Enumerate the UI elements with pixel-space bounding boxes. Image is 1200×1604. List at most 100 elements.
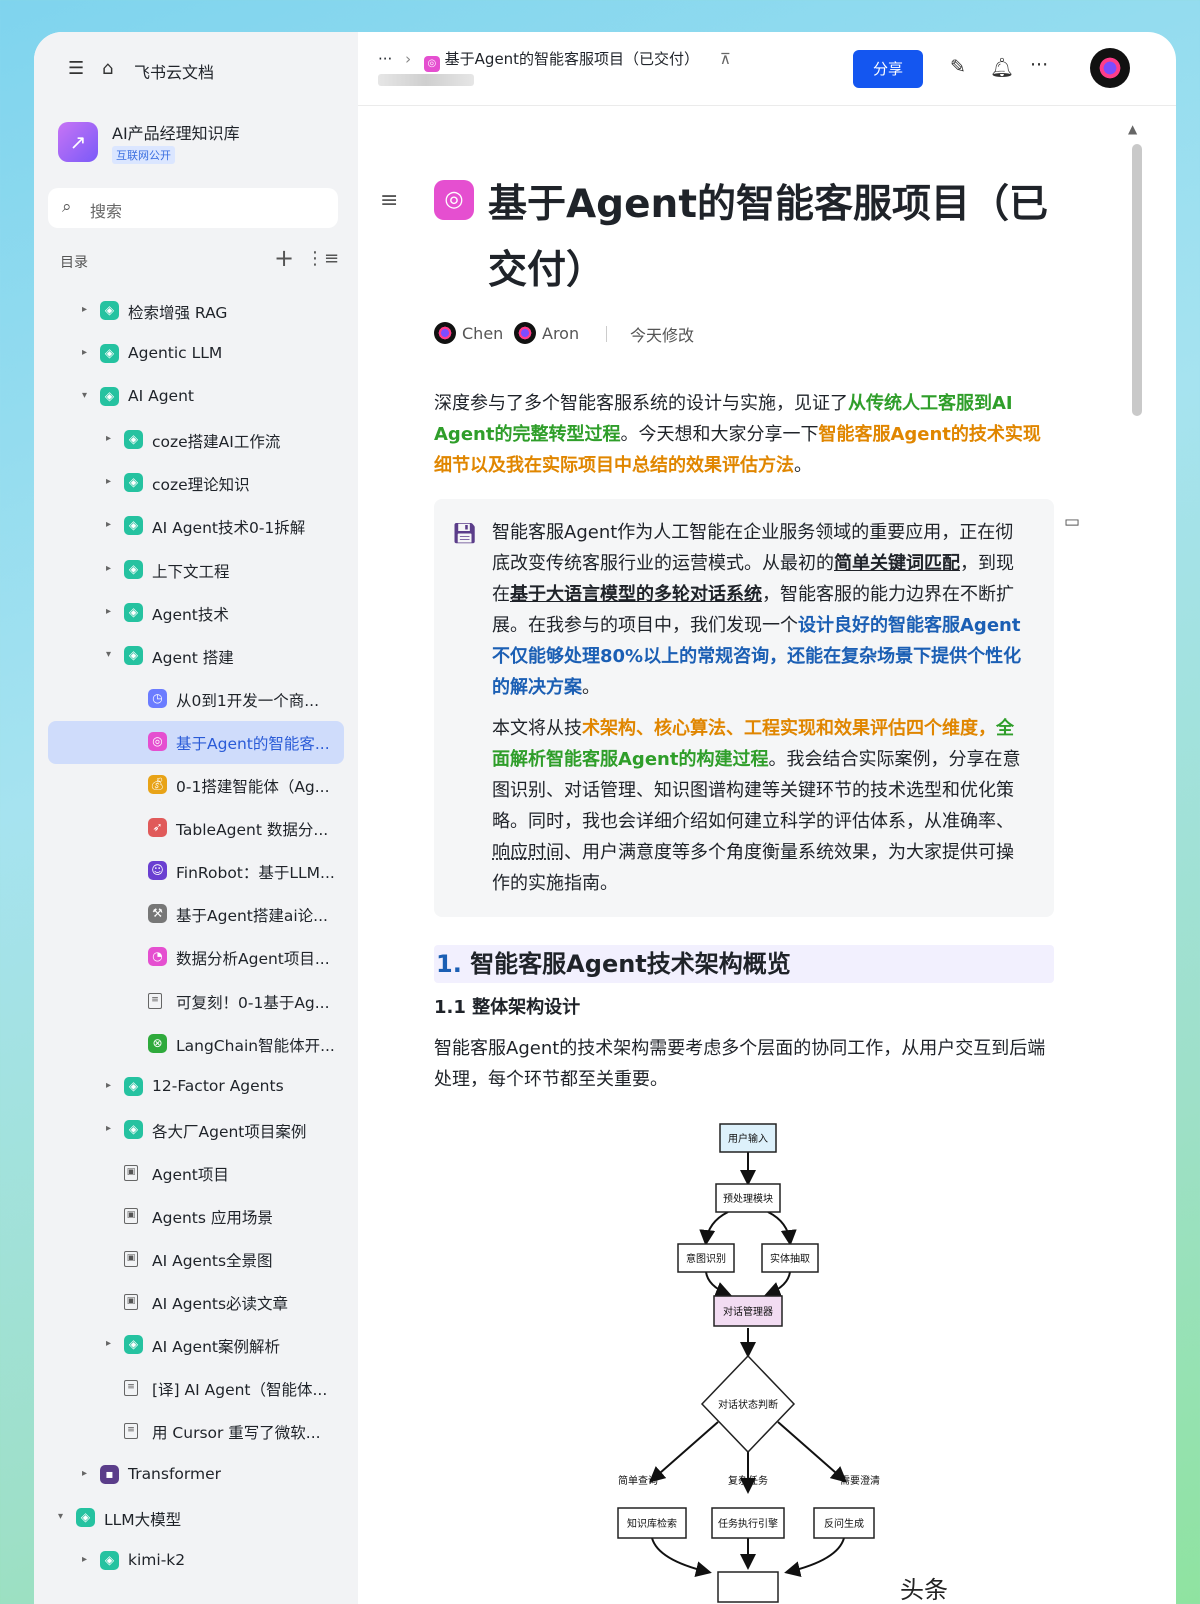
comment-icon[interactable]: ▭ bbox=[1064, 512, 1080, 532]
divider bbox=[606, 326, 607, 342]
chevron-right-icon[interactable]: ▸ bbox=[106, 433, 111, 444]
body-paragraph[interactable]: 智能客服Agent的技术架构需要考虑多个层面的协同工作，从用户交互到后端处理，每… bbox=[434, 1033, 1054, 1095]
node-label: 实体抽取 bbox=[770, 1252, 810, 1265]
sidebar-item[interactable]: ▸ AI Agent技术0-1拆解 bbox=[48, 505, 344, 548]
node-label: 知识库检索 bbox=[627, 1517, 677, 1530]
sidebar-item[interactable]: ▸ ▪ Transformer bbox=[48, 1454, 344, 1497]
chevron-right-icon[interactable]: ▸ bbox=[106, 476, 111, 487]
sidebar-item[interactable]: ≡ 用 Cursor 重写了微软... bbox=[48, 1410, 344, 1453]
add-icon[interactable]: + bbox=[274, 244, 294, 272]
sidebar-item[interactable]: ▣ Agents 应用场景 bbox=[48, 1195, 344, 1238]
sidebar-item[interactable]: ▸ coze搭建AI工作流 bbox=[48, 419, 344, 462]
gamepad-icon: ◎ bbox=[148, 731, 167, 751]
sidebar-item[interactable]: ⊗ LangChain智能体开... bbox=[48, 1023, 344, 1066]
author-avatar bbox=[434, 322, 456, 344]
heading-1[interactable]: 1. 智能客服Agent技术架构概览 bbox=[434, 945, 1054, 983]
sidebar-item[interactable]: ▣ AI Agents全景图 bbox=[48, 1238, 344, 1281]
pin-icon[interactable]: ⊼ bbox=[720, 50, 731, 68]
sidebar-item[interactable]: ◔ 数据分析Agent项目... bbox=[48, 936, 344, 979]
gamepad-icon[interactable]: ◎ bbox=[434, 180, 474, 220]
sidebar-item[interactable]: ▣ AI Agents必读文章 bbox=[48, 1281, 344, 1324]
board-icon: ▣ bbox=[124, 1207, 138, 1224]
chevron-right-icon[interactable]: ▸ bbox=[106, 563, 111, 574]
sidebar-item[interactable]: ◎ 基于Agent的智能客... bbox=[48, 720, 344, 765]
edit-icon[interactable]: ✎ bbox=[950, 56, 966, 78]
sidebar-item[interactable]: ▸ coze理论知识 bbox=[48, 462, 344, 505]
search-input[interactable]: ⌕ 搜索 bbox=[48, 188, 338, 228]
sidebar-item[interactable]: ➶ TableAgent 数据分... bbox=[48, 807, 344, 850]
sidebar-item[interactable]: ▸ Agentic LLM bbox=[48, 333, 344, 376]
sidebar-item[interactable]: ▸ Agent技术 bbox=[48, 592, 344, 635]
sidebar-item[interactable]: ▸ 12-Factor Agents bbox=[48, 1066, 344, 1109]
sidebar-item[interactable]: ▸ kimi-k2 bbox=[48, 1540, 344, 1583]
outline-icon[interactable]: ≡ bbox=[380, 188, 398, 213]
scrollbar-thumb[interactable] bbox=[1132, 144, 1142, 416]
modified-time: 今天修改 bbox=[630, 326, 695, 345]
bell-icon[interactable]: 🔔︎ bbox=[990, 56, 1014, 79]
sidebar-item-label: 0-1搭建智能体（Ag... bbox=[176, 778, 330, 797]
callout-block[interactable]: 💾︎ 智能客服Agent作为人工智能在企业服务领域的重要应用，正在彻底改变传统客… bbox=[434, 499, 1054, 917]
page-title[interactable]: ◎ 基于Agent的智能客服项目（已交付） bbox=[434, 172, 1054, 304]
sidebar-item[interactable]: ▸ 各大厂Agent项目案例 bbox=[48, 1109, 344, 1152]
home-icon[interactable]: ⌂ bbox=[102, 58, 113, 79]
sidebar-item[interactable]: ≡ [译] AI Agent（智能体... bbox=[48, 1367, 344, 1410]
sidebar-item-label: AI Agent案例解析 bbox=[152, 1338, 280, 1357]
author-name: Chen bbox=[462, 324, 504, 343]
text-run: 。 bbox=[582, 677, 600, 698]
tag-icon bbox=[124, 1119, 143, 1139]
breadcrumb-more-icon[interactable]: ··· bbox=[378, 50, 392, 68]
chevron-right-icon[interactable]: ▸ bbox=[82, 1554, 87, 1565]
app-window: ☰ ⌂ 飞书云文档 ↗ AI产品经理知识库 互联网公开 ⌕ 搜索 目录 + ⋮≡… bbox=[34, 32, 1176, 1604]
chevron-right-icon[interactable]: ▸ bbox=[106, 1123, 111, 1134]
heading-2[interactable]: 1.1 整体架构设计 bbox=[434, 993, 1054, 1023]
chevron-right-icon[interactable]: ▸ bbox=[82, 347, 87, 358]
chevron-right-icon[interactable]: ▸ bbox=[82, 304, 87, 315]
sidebar-item[interactable]: ⚒ 基于Agent搭建ai论... bbox=[48, 893, 344, 936]
heading-number: 1. bbox=[436, 950, 462, 978]
architecture-flowchart[interactable]: 用户输入 预处理模块 意图识别 实体抽取 对话管理器 对话状态判断 知识库检索 … bbox=[598, 1110, 898, 1604]
sidebar-item[interactable]: ▾ Agent 搭建 bbox=[48, 635, 344, 678]
sidebar-item[interactable]: ▾ LLM大模型 bbox=[48, 1497, 344, 1540]
sidebar-item[interactable]: ☺ FinRobot：基于LLM... bbox=[48, 850, 344, 893]
intro-paragraph[interactable]: 深度参与了多个智能客服系统的设计与实施，见证了从传统人工客服到AI Agent的… bbox=[434, 388, 1054, 481]
author-chip[interactable]: Aron bbox=[514, 322, 579, 344]
sidebar-item-label: 12-Factor Agents bbox=[152, 1076, 284, 1095]
sidebar-item[interactable]: ◷ 从0到1开发一个商... bbox=[48, 678, 344, 721]
sidebar-item[interactable]: ▸ 检索增强 RAG bbox=[48, 290, 344, 333]
sidebar-item[interactable]: ▣ Agent项目 bbox=[48, 1152, 344, 1195]
text-run: 。今天想和大家分享一下 bbox=[620, 424, 819, 445]
chevron-right-icon[interactable]: ▸ bbox=[82, 1468, 87, 1479]
chevron-down-icon[interactable]: ▾ bbox=[58, 1511, 63, 1522]
sidebar-item[interactable]: ▸ AI Agent案例解析 bbox=[48, 1324, 344, 1367]
chevron-down-icon[interactable]: ▾ bbox=[106, 649, 111, 660]
sidebar-item[interactable]: ≡ 可复刻！0-1基于Ag... bbox=[48, 980, 344, 1023]
avatar[interactable] bbox=[1090, 48, 1130, 88]
sidebar-item[interactable]: ▸ 上下文工程 bbox=[48, 549, 344, 592]
list-view-icon[interactable]: ⋮≡ bbox=[306, 248, 339, 269]
sidebar-item[interactable]: 💰︎ 0-1搭建智能体（Ag... bbox=[48, 764, 344, 807]
chevron-right-icon[interactable]: ▸ bbox=[106, 519, 111, 530]
app-name[interactable]: 飞书云文档 bbox=[134, 59, 214, 83]
chevron-down-icon[interactable]: ▾ bbox=[82, 390, 87, 401]
doc-icon: ≡ bbox=[148, 992, 162, 1009]
sidebar-item-label: kimi-k2 bbox=[128, 1550, 186, 1569]
sidebar-item-label: Transformer bbox=[128, 1464, 222, 1483]
edge-label: 复杂任务 bbox=[728, 1474, 768, 1487]
author-chip[interactable]: Chen bbox=[434, 322, 503, 344]
toc-header: 目录 + ⋮≡ bbox=[60, 244, 340, 272]
knowledge-base-header[interactable]: ↗ AI产品经理知识库 互联网公开 bbox=[58, 116, 338, 176]
breadcrumb-title[interactable]: 基于Agent的智能客服项目（已交付） bbox=[445, 50, 699, 68]
chevron-right-icon[interactable]: ▸ bbox=[106, 1080, 111, 1091]
node-label: 反问生成 bbox=[824, 1517, 864, 1530]
sidebar-item-label: TableAgent 数据分... bbox=[176, 821, 329, 840]
chevron-right-icon[interactable]: ▸ bbox=[106, 1338, 111, 1349]
more-icon[interactable]: ··· bbox=[1030, 54, 1048, 76]
sidebar-item[interactable]: ▾ AI Agent bbox=[48, 376, 344, 419]
collapse-sidebar-icon[interactable]: ☰ bbox=[68, 58, 84, 79]
scroll-up-icon[interactable]: ▲ bbox=[1128, 122, 1137, 136]
sidebar-item-label: 基于Agent的智能客... bbox=[176, 734, 330, 753]
chevron-right-icon[interactable]: ▸ bbox=[106, 606, 111, 617]
node-output bbox=[717, 1571, 779, 1603]
share-button[interactable]: 分享 bbox=[853, 50, 923, 88]
node-label: 对话状态判断 bbox=[718, 1398, 778, 1411]
